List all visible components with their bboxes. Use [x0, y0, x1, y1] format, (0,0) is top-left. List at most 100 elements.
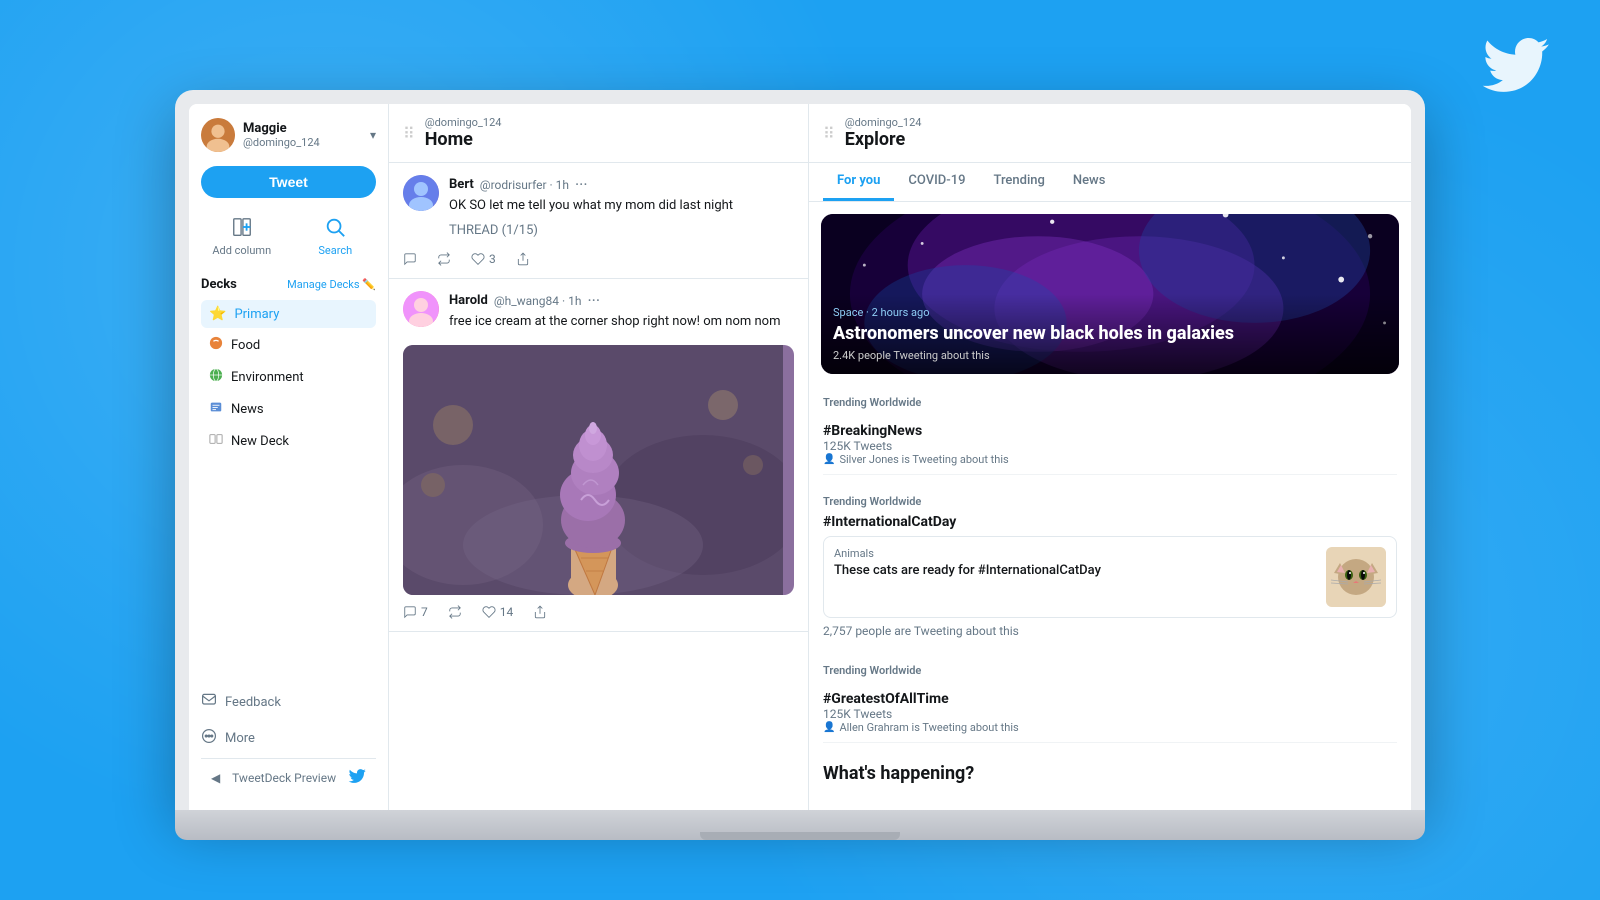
- search-icon: [324, 216, 346, 241]
- sidebar-footer: Feedback More: [201, 688, 376, 752]
- tweet-bert-avatar: [403, 175, 439, 211]
- tab-for-you[interactable]: For you: [823, 163, 894, 201]
- harold-handle-time: @h_wang84 · 1h: [494, 294, 582, 308]
- goat-count: 125K Tweets: [823, 707, 1397, 721]
- deck-label-environment: Environment: [231, 370, 304, 385]
- deck-item-news[interactable]: News: [201, 394, 376, 424]
- breaking-news-hashtag[interactable]: #BreakingNews: [823, 423, 1397, 439]
- search-action[interactable]: Search: [295, 216, 377, 257]
- food-icon: [209, 336, 223, 354]
- environment-icon: [209, 368, 223, 386]
- bert-like-count: 3: [489, 252, 496, 266]
- explore-column-header: ⠿ @domingo_124 Explore: [809, 104, 1411, 163]
- decks-header: Decks Manage Decks ✏️: [201, 277, 376, 292]
- cat-day-hashtag[interactable]: #InternationalCatDay: [823, 514, 1397, 530]
- explore-drag-handle: ⠿: [823, 124, 835, 143]
- harold-tweet-text: free ice cream at the corner shop right …: [449, 313, 794, 331]
- add-column-icon: [231, 216, 253, 241]
- bert-retweet-action[interactable]: [437, 252, 451, 266]
- deck-item-primary[interactable]: ⭐ Primary: [201, 300, 376, 328]
- goat-hashtag[interactable]: #GreatestOfAllTime: [823, 691, 1397, 707]
- explore-column-account: @domingo_124: [845, 116, 1397, 129]
- laptop-base: [175, 810, 1425, 840]
- breaking-news-count: 125K Tweets: [823, 439, 1397, 453]
- news-icon: [209, 400, 223, 418]
- search-label: Search: [318, 244, 352, 257]
- drag-handle-icon: ⠿: [403, 124, 415, 143]
- bert-share-action[interactable]: [516, 252, 530, 266]
- bert-like-action[interactable]: 3: [471, 252, 496, 266]
- new-deck-icon: [209, 432, 223, 450]
- home-column-content: Bert @rodrisurfer · 1h ··· OK SO let me …: [389, 163, 808, 810]
- deck-label-new: New Deck: [231, 434, 289, 449]
- person-icon-2: 👤: [823, 722, 835, 733]
- screen-inner: Maggie @domingo_124 ▾ Tweet: [189, 104, 1411, 810]
- person-icon-1: 👤: [823, 454, 835, 465]
- deck-item-food[interactable]: Food: [201, 330, 376, 360]
- feedback-label: Feedback: [225, 695, 281, 710]
- sidebar: Maggie @domingo_124 ▾ Tweet: [189, 104, 389, 810]
- edit-icon: ✏️: [362, 278, 376, 291]
- more-icon: [201, 728, 217, 748]
- tab-covid[interactable]: COVID-19: [894, 163, 979, 201]
- harold-retweet-action[interactable]: [448, 605, 462, 619]
- bert-thread-label: THREAD (1/15): [449, 223, 794, 238]
- bert-tweet-actions: 3: [403, 252, 794, 266]
- space-card: Space · 2 hours ago Astronomers uncover …: [821, 214, 1399, 374]
- harold-share-action[interactable]: [533, 605, 547, 619]
- add-column-label: Add column: [212, 244, 271, 257]
- deck-label-food: Food: [231, 338, 260, 353]
- trending-goat: Trending Worldwide #GreatestOfAllTime 12…: [809, 654, 1411, 753]
- chevron-down-icon[interactable]: ▾: [370, 128, 376, 142]
- space-title: Astronomers uncover new black holes in g…: [833, 323, 1387, 345]
- twitter-bird-icon: [1480, 30, 1550, 118]
- tweet-harold-avatar: [403, 291, 439, 327]
- cat-day-people: 2,757 people are Tweeting about this: [823, 618, 1397, 644]
- tweet-button[interactable]: Tweet: [201, 166, 376, 198]
- decks-title: Decks: [201, 277, 237, 292]
- avatar: [201, 118, 235, 152]
- space-subtitle: 2.4K people Tweeting about this: [833, 349, 1387, 362]
- harold-like-action[interactable]: 14: [482, 605, 514, 619]
- trending-cat-day: Trending Worldwide #InternationalCatDay …: [809, 485, 1411, 654]
- home-column-account: @domingo_124: [425, 116, 794, 129]
- cat-day-card: Animals These cats are ready for #Intern…: [823, 536, 1397, 618]
- back-icon[interactable]: ◀: [211, 771, 220, 785]
- bert-name: Bert: [449, 177, 474, 192]
- harold-tweet-more[interactable]: ···: [587, 291, 600, 310]
- tweet-bert: Bert @rodrisurfer · 1h ··· OK SO let me …: [389, 163, 808, 279]
- preview-label: TweetDeck Preview: [232, 771, 336, 785]
- user-profile-left: Maggie @domingo_124: [201, 118, 320, 152]
- more-item[interactable]: More: [201, 724, 376, 752]
- bert-tweet-more[interactable]: ···: [575, 175, 588, 194]
- harold-like-count: 14: [500, 605, 514, 619]
- home-column-title: Home: [425, 129, 794, 150]
- explore-tabs: For you COVID-19 Trending News: [809, 163, 1411, 202]
- trending-breaking-news: Trending Worldwide #BreakingNews 125K Tw…: [809, 386, 1411, 485]
- tweet-bert-header: Bert @rodrisurfer · 1h ··· OK SO let me …: [403, 175, 794, 246]
- explore-column-title: Explore: [845, 129, 1397, 150]
- tab-news[interactable]: News: [1059, 163, 1120, 201]
- star-icon: ⭐: [209, 306, 226, 322]
- bert-reply-action[interactable]: [403, 252, 417, 266]
- laptop-screen: Maggie @domingo_124 ▾ Tweet: [175, 90, 1425, 810]
- columns-area: ⠿ @domingo_124 Home: [389, 104, 1411, 810]
- feedback-icon: [201, 692, 217, 712]
- laptop: Maggie @domingo_124 ▾ Tweet: [175, 90, 1425, 840]
- twitter-small-icon: [348, 767, 366, 788]
- bert-tweet-text: OK SO let me tell you what my mom did la…: [449, 197, 794, 215]
- tab-trending[interactable]: Trending: [979, 163, 1058, 201]
- feedback-item[interactable]: Feedback: [201, 688, 376, 716]
- deck-item-new[interactable]: New Deck: [201, 426, 376, 456]
- deck-item-environment[interactable]: Environment: [201, 362, 376, 392]
- add-column-action[interactable]: Add column: [201, 216, 283, 257]
- sidebar-actions: Add column Search: [201, 212, 376, 261]
- user-display-name: Maggie: [243, 121, 320, 136]
- whats-happening-title: What's happening?: [809, 753, 1411, 790]
- harold-tweet-actions: 7 14: [403, 605, 794, 619]
- manage-decks-link[interactable]: Manage Decks ✏️: [287, 278, 376, 291]
- cat-card-title: These cats are ready for #InternationalC…: [834, 563, 1316, 578]
- harold-reply-action[interactable]: 7: [403, 605, 428, 619]
- tweet-harold-header: Harold @h_wang84 · 1h ··· free ice cream…: [403, 291, 794, 339]
- cat-card-category: Animals: [834, 547, 1316, 560]
